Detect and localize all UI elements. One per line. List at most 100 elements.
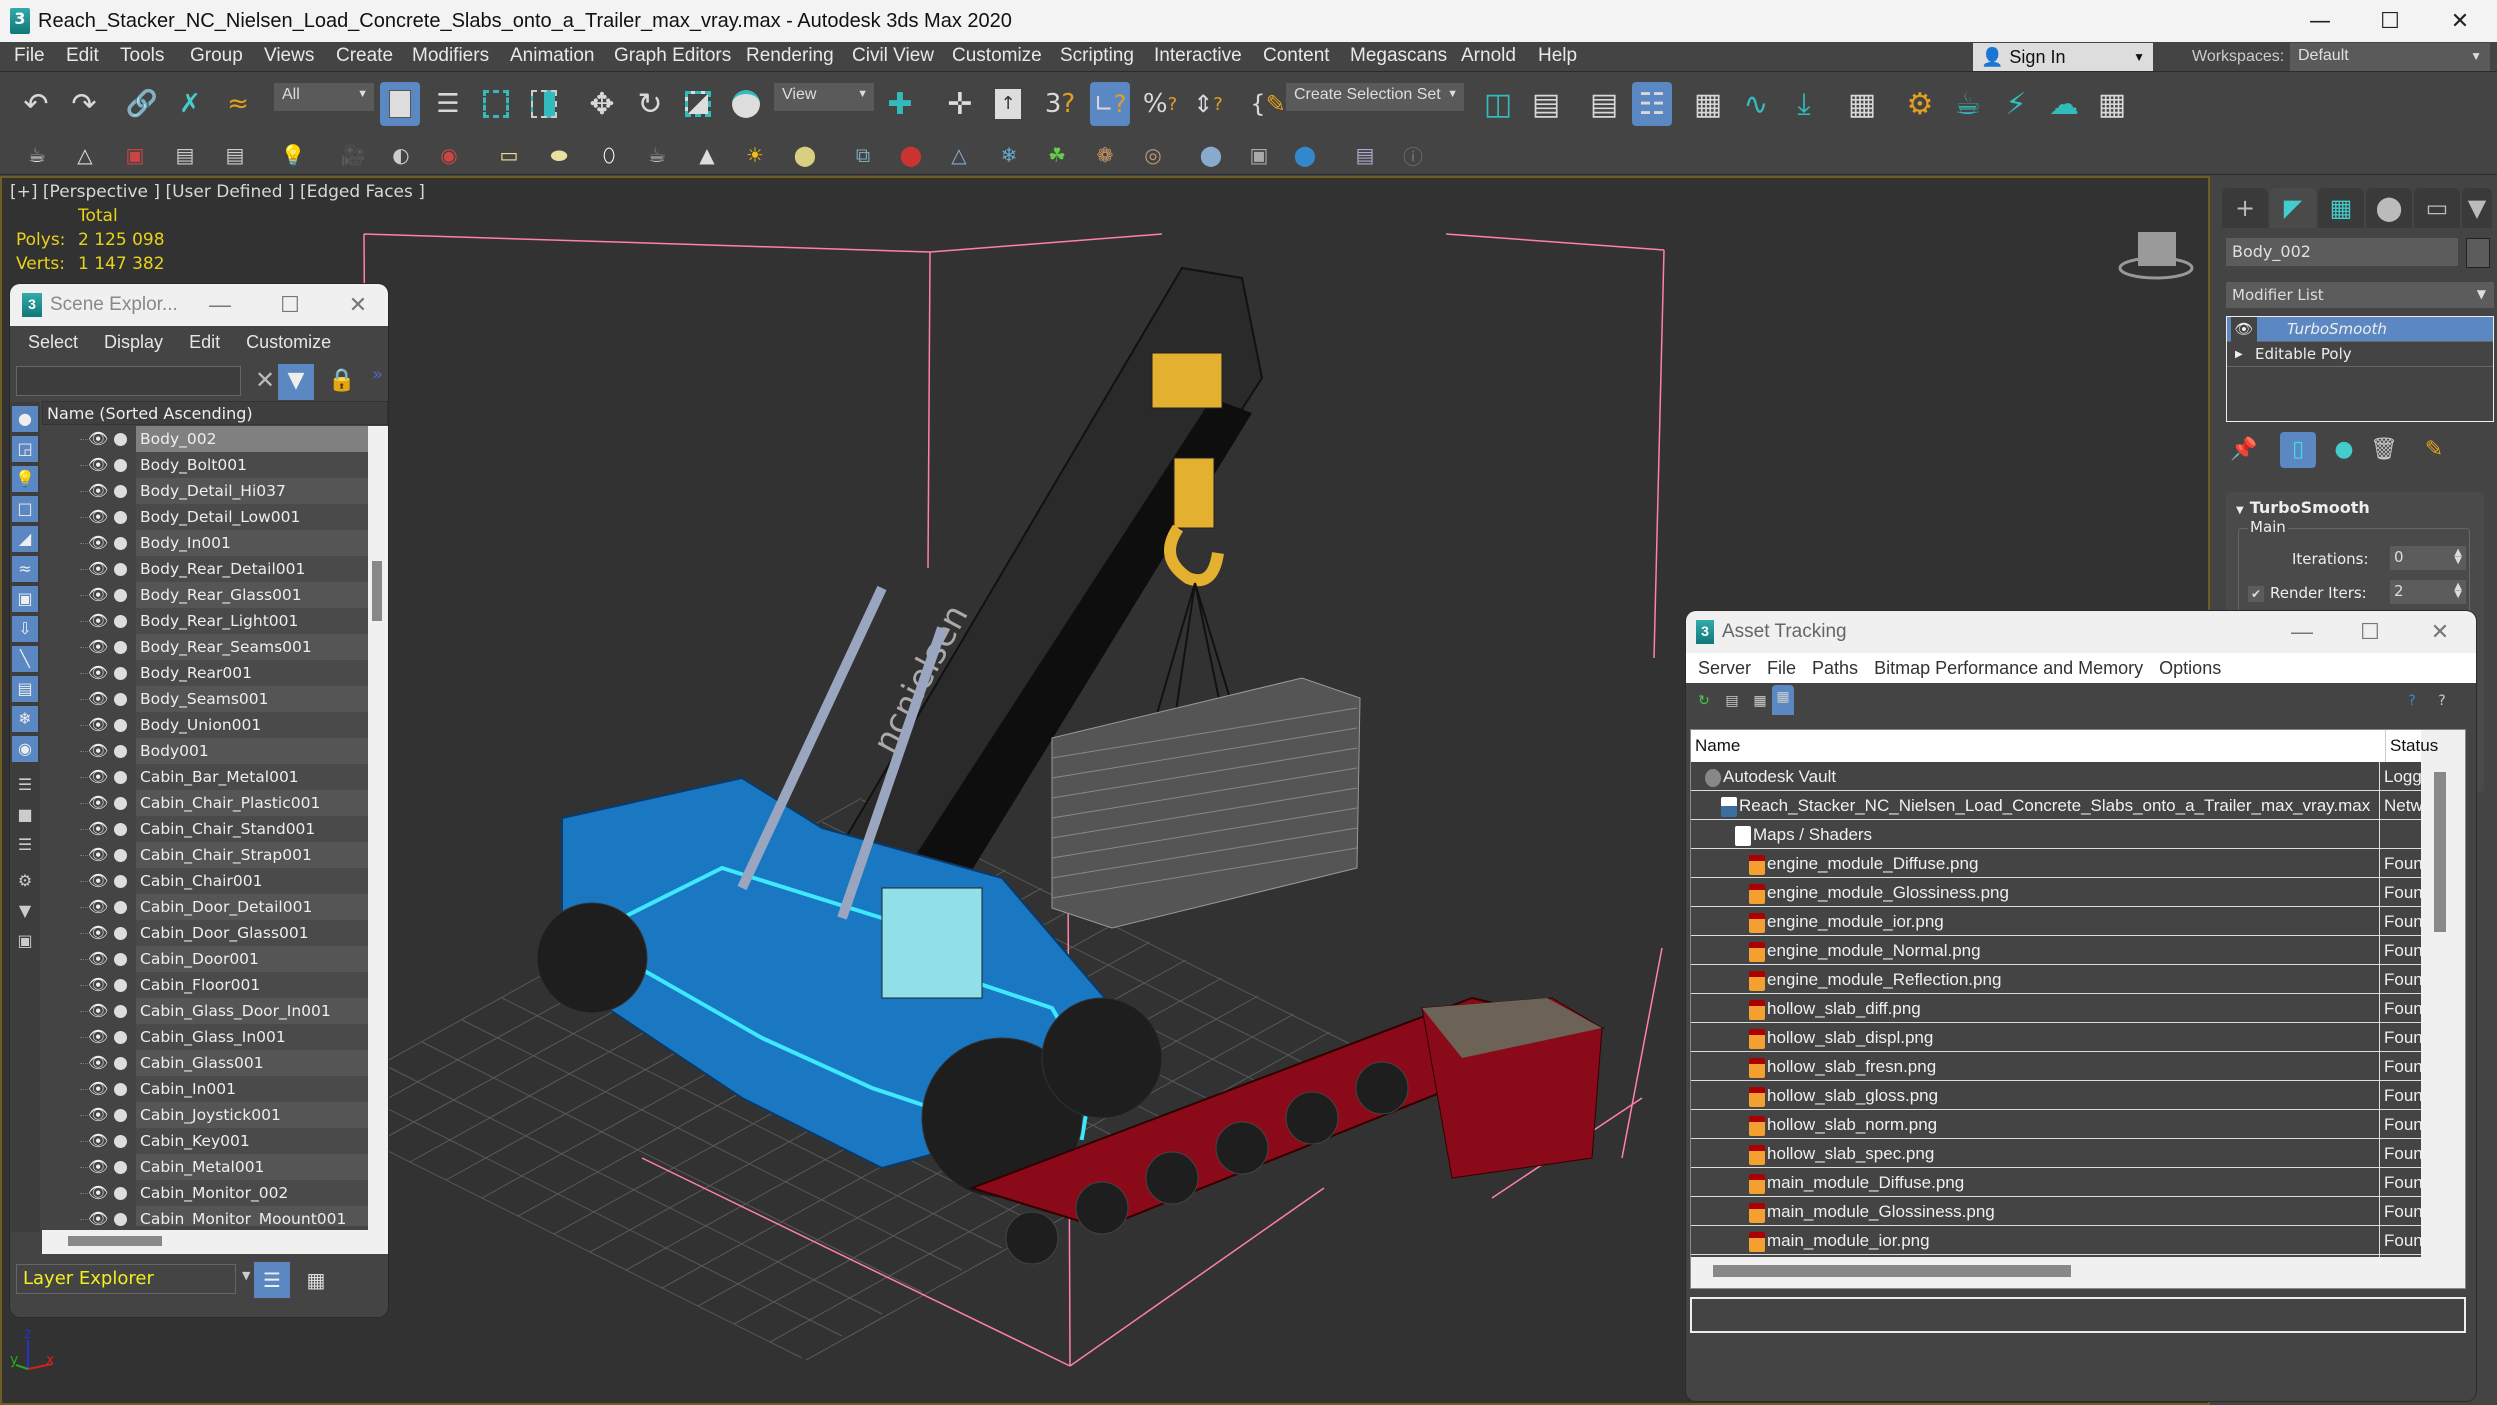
close-button[interactable]: ✕ <box>2425 0 2495 42</box>
volume-grid-icon[interactable]: ❄ <box>994 140 1024 170</box>
list-item[interactable]: 👁 Body_Rear_Seams001 <box>42 634 368 660</box>
asset-row[interactable]: Autodesk Vault Logged <box>1691 762 2421 791</box>
eye-icon[interactable]: 👁 <box>88 1050 108 1076</box>
tab-utilities-dropdown[interactable]: ▼ <box>2462 188 2492 228</box>
render-dot-icon[interactable] <box>114 1109 127 1122</box>
horizontal-scrollbar[interactable] <box>42 1230 388 1254</box>
modifier-list-dropdown[interactable]: Modifier List ▼ <box>2226 282 2494 308</box>
render-dot-icon[interactable] <box>114 1213 127 1226</box>
asset-row[interactable]: main_module_ior.png Found <box>1691 1226 2421 1255</box>
maximize-button[interactable]: ☐ <box>2355 0 2425 42</box>
sort-by-hierarchy-icon[interactable]: ▦ <box>298 1262 334 1298</box>
asset-row[interactable]: Maps / Shaders <box>1691 820 2421 849</box>
decal-icon[interactable]: ◎ <box>1138 140 1168 170</box>
menu-modifiers[interactable]: Modifiers <box>412 45 489 67</box>
render-dot-icon[interactable] <box>114 1031 127 1044</box>
menu-edit[interactable]: Edit <box>66 45 99 67</box>
list-item[interactable]: 👁 Body_Rear_Glass001 <box>42 582 368 608</box>
object-name-field[interactable]: Body_002 <box>2226 238 2458 266</box>
light-mesh-icon[interactable]: ☕ <box>642 140 672 170</box>
asset-row[interactable]: hollow_slab_fresn.png Found <box>1691 1052 2421 1081</box>
context-help-icon[interactable]: ? <box>2430 689 2454 713</box>
remove-modifier-icon[interactable]: 🗑 <box>2366 432 2402 468</box>
list-item[interactable]: 👁 Cabin_Monitor_002 <box>42 1180 368 1206</box>
list-item[interactable]: 👁 Body_Seams001 <box>42 686 368 712</box>
show-end-result-icon[interactable]: ▯ <box>2280 432 2316 468</box>
render-cloud-icon[interactable]: ☁ <box>2044 82 2084 126</box>
eye-icon[interactable]: 👁 <box>88 1102 108 1128</box>
list-item[interactable]: 👁 Cabin_Chair_Strap001 <box>42 842 368 868</box>
lock-icon[interactable]: 🔒 <box>328 368 355 393</box>
list-item[interactable]: 👁 Cabin_Door_Glass001 <box>42 920 368 946</box>
menu-file[interactable]: File <box>14 45 45 67</box>
move-icon[interactable]: ✥ <box>582 82 622 126</box>
spacewarp-filter-icon[interactable]: ≈ <box>12 556 38 582</box>
list-item[interactable]: 👁 Cabin_Chair_Plastic001 <box>42 790 368 816</box>
list-item[interactable]: 👁 Cabin_Chair_Stand001 <box>42 816 368 842</box>
menu-create[interactable]: Create <box>336 45 393 67</box>
clear-search-icon[interactable]: ✕ <box>255 366 275 394</box>
render-setup-icon[interactable]: ⚙ <box>1900 82 1940 126</box>
asset-row[interactable]: engine_module_Glossiness.png Found <box>1691 878 2421 907</box>
menu-options[interactable]: Options <box>2159 658 2221 679</box>
render-dot-icon[interactable] <box>114 1135 127 1148</box>
list-view-icon[interactable]: ▤ <box>1720 689 1744 713</box>
tree-view-icon[interactable]: ▦ <box>1748 689 1772 713</box>
plane-icon[interactable]: △ <box>70 140 100 170</box>
menu-animation[interactable]: Animation <box>510 45 595 67</box>
close-button[interactable]: ✕ <box>328 284 388 326</box>
scrollbar-thumb[interactable] <box>372 561 382 621</box>
list-item[interactable]: 👁 Cabin_Key001 <box>42 1128 368 1154</box>
render-dot-icon[interactable] <box>114 693 127 706</box>
menu-select[interactable]: Select <box>28 332 78 353</box>
geometry-filter-icon[interactable]: ◲ <box>12 436 38 462</box>
render-iters-checkbox[interactable]: ✔ <box>2248 586 2264 602</box>
tab-display[interactable]: ▭ <box>2414 188 2460 228</box>
eye-icon[interactable]: 👁 <box>88 504 108 530</box>
minimize-button[interactable]: — <box>2285 0 2355 42</box>
eye-icon[interactable]: 👁 <box>88 530 108 556</box>
display-none-square-icon[interactable]: ■ <box>12 802 38 828</box>
chevron-down-icon[interactable]: ▼ <box>242 1269 250 1282</box>
edit-named-selection-icon[interactable]: {✎ <box>1248 82 1288 126</box>
menu-civil-view[interactable]: Civil View <box>852 45 934 67</box>
list-item[interactable]: 👁 Cabin_Chair001 <box>42 868 368 894</box>
menu-group[interactable]: Group <box>190 45 243 67</box>
grass-icon[interactable]: ☘ <box>1042 140 1072 170</box>
list-item[interactable]: 👁 Body_In001 <box>42 530 368 556</box>
hair-icon[interactable]: ❁ <box>1090 140 1120 170</box>
list-item[interactable]: 👁 Cabin_Metal001 <box>42 1154 368 1180</box>
hidden-filter-icon[interactable]: ◉ <box>12 736 38 762</box>
dope-sheet-icon[interactable]: ⤓ <box>1784 82 1824 126</box>
refresh-icon[interactable]: ↻ <box>1692 689 1716 713</box>
eye-icon[interactable]: 👁 <box>2231 317 2257 342</box>
search-input[interactable] <box>16 366 241 396</box>
menu-help[interactable]: Help <box>1538 45 1577 67</box>
render-dot-icon[interactable] <box>114 1161 127 1174</box>
scene-converter-icon[interactable]: ▤ <box>1350 140 1380 170</box>
menu-arnold[interactable]: Arnold <box>1461 45 1516 67</box>
schematic-view-icon[interactable]: ▦ <box>1842 82 1882 126</box>
eye-icon[interactable]: 👁 <box>88 1154 108 1180</box>
xref-filter-icon[interactable]: ⇩ <box>12 616 38 642</box>
help-icon[interactable]: ? <box>2400 689 2424 713</box>
select-manipulate-icon[interactable]: ✛ <box>940 82 980 126</box>
filter-icon[interactable]: ▼ <box>12 898 38 924</box>
scrollbar-thumb[interactable] <box>1713 1265 2071 1277</box>
render-dot-icon[interactable] <box>114 563 127 576</box>
teapot-icon[interactable]: ☕ <box>22 140 52 170</box>
rendered-frame-window-icon[interactable]: ☕ <box>1948 82 1988 126</box>
explorer-type-field[interactable]: Layer Explorer <box>16 1264 236 1294</box>
tab-motion[interactable]: ⬤ <box>2366 188 2412 228</box>
eye-icon[interactable]: 👁 <box>88 712 108 738</box>
unlink-icon[interactable]: ✗ <box>170 82 210 126</box>
bone-filter-icon[interactable]: ╲ <box>12 646 38 672</box>
menu-customize[interactable]: Customize <box>952 45 1042 67</box>
display-all-icon[interactable]: ☰ <box>12 772 38 798</box>
render-dot-icon[interactable] <box>114 745 127 758</box>
rotate-icon[interactable]: ↻ <box>630 82 670 126</box>
eye-icon[interactable]: 👁 <box>88 920 108 946</box>
camera-filter-icon[interactable]: □ <box>12 496 38 522</box>
filter-settings-icon[interactable]: ⚙ <box>12 868 38 894</box>
toggle-scene-explorer-icon[interactable]: ▤ <box>1584 82 1624 126</box>
